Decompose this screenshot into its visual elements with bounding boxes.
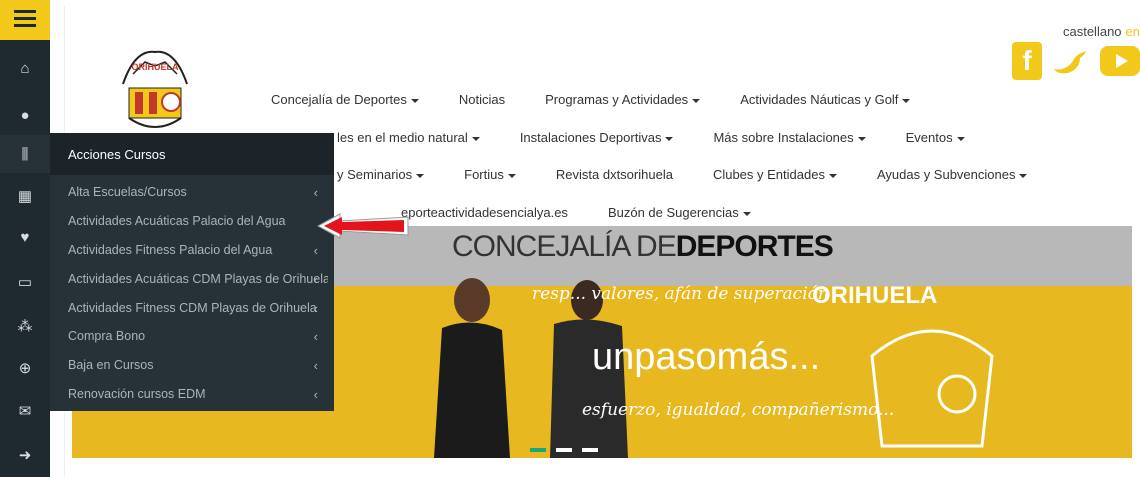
banner-unpasomas: unpasomás... bbox=[592, 336, 821, 378]
nav-row-4: eporteactividadesencialya.es Buzón de Su… bbox=[401, 205, 791, 220]
zoom-icon[interactable]: ⊕ bbox=[0, 349, 50, 387]
card-icon[interactable]: ▭ bbox=[0, 263, 50, 301]
nav-actividades-esenciales[interactable]: eporteactividadesencialya.es bbox=[401, 205, 568, 220]
nav-fortius[interactable]: Fortius bbox=[464, 167, 516, 182]
slider-dots bbox=[530, 448, 598, 452]
heart-pulse-icon[interactable]: ♥ bbox=[0, 218, 50, 256]
chevron-left-icon: ‹ bbox=[313, 272, 318, 287]
nav-revista[interactable]: Revista dxtsorihuela bbox=[556, 167, 673, 182]
banner-logo-outline bbox=[870, 329, 994, 448]
chevron-left-icon: ‹ bbox=[313, 301, 318, 316]
nav-instalaciones[interactable]: Instalaciones Deportivas bbox=[520, 130, 674, 145]
orihuela-logo[interactable]: ORIHUELA bbox=[115, 44, 195, 139]
group-icon[interactable]: ⁂ bbox=[0, 307, 50, 345]
calendar-icon[interactable]: ▦ bbox=[0, 177, 50, 215]
nav-programas[interactable]: Programas y Actividades bbox=[545, 92, 701, 107]
chevron-left-icon: ‹ bbox=[313, 243, 318, 258]
nav-buzon[interactable]: Buzón de Sugerencias bbox=[608, 205, 751, 220]
mail-icon[interactable]: ✉ bbox=[0, 392, 50, 430]
submenu-item-alta[interactable]: Alta Escuelas/Cursos bbox=[68, 185, 328, 199]
nav-row-1: Concejalía de Deportes Noticias Programa… bbox=[271, 92, 950, 107]
home-icon[interactable]: ⌂ bbox=[0, 49, 50, 87]
nav-row-3: y Seminarios Fortius Revista dxtsorihuel… bbox=[337, 167, 1067, 182]
logo-text: ORIHUELA bbox=[132, 62, 180, 72]
language-switcher: castellano en bbox=[1063, 24, 1140, 39]
nav-eventos[interactable]: Eventos bbox=[906, 130, 965, 145]
nav-noticias[interactable]: Noticias bbox=[459, 92, 505, 107]
acciones-cursos-menu: Acciones Cursos Alta Escuelas/Cursos ‹ A… bbox=[50, 133, 334, 411]
chevron-left-icon: ‹ bbox=[313, 185, 318, 200]
chevron-left-icon: ‹ bbox=[313, 387, 318, 402]
lang-castellano[interactable]: castellano bbox=[1063, 24, 1122, 39]
slider-dot-3[interactable] bbox=[582, 448, 598, 452]
hamburger-menu-icon[interactable] bbox=[0, 0, 50, 40]
banner-values-text: resp... valores, afán de superación bbox=[532, 284, 829, 304]
nav-mas-instalaciones[interactable]: Más sobre Instalaciones bbox=[713, 130, 866, 145]
submenu-item-acuaticas-palacio[interactable]: Actividades Acuáticas Palacio del Agua bbox=[68, 214, 328, 228]
submenu-item-fitness-palacio[interactable]: Actividades Fitness Palacio del Agua bbox=[68, 243, 328, 257]
banner-orihuela: ORIHUELA bbox=[812, 282, 938, 309]
nav-row-2: les en el medio natural Instalaciones De… bbox=[337, 130, 1005, 145]
lang-en[interactable]: en bbox=[1126, 24, 1140, 39]
slider-dot-1[interactable] bbox=[530, 448, 546, 452]
submenu-item-acuaticas-playas[interactable]: Actividades Acuáticas CDM Playas de Orih… bbox=[68, 272, 328, 286]
runner-woman-image bbox=[434, 278, 510, 458]
submenu-item-renovacion[interactable]: Renovación cursos EDM bbox=[68, 387, 328, 401]
nav-clubes[interactable]: Clubes y Entidades bbox=[713, 167, 837, 182]
nav-nauticas-golf[interactable]: Actividades Náuticas y Golf bbox=[740, 92, 911, 107]
twitter-icon[interactable] bbox=[1052, 42, 1090, 80]
banner-slogan: esfuerzo, igualdad, compañerismo... bbox=[582, 400, 895, 420]
submenu-title: Acciones Cursos bbox=[50, 133, 334, 175]
social-links: f bbox=[1012, 42, 1140, 80]
nav-ayudas[interactable]: Ayudas y Subvenciones bbox=[877, 167, 1028, 182]
nav-medio-natural[interactable]: les en el medio natural bbox=[337, 130, 480, 145]
facebook-icon[interactable]: f bbox=[1012, 42, 1042, 80]
red-arrow-annotation bbox=[316, 213, 409, 239]
submenu-item-baja[interactable]: Baja en Cursos bbox=[68, 358, 328, 372]
user-icon[interactable]: ● bbox=[0, 96, 50, 134]
nav-concejalia[interactable]: Concejalía de Deportes bbox=[271, 92, 419, 107]
banner-title: CONCEJALÍA DEDEPORTES bbox=[452, 230, 834, 263]
slider-dot-2[interactable] bbox=[556, 448, 572, 452]
logout-icon[interactable]: ➜ bbox=[0, 436, 50, 474]
chevron-left-icon: ‹ bbox=[313, 329, 318, 344]
dumbbell-icon[interactable]: ⫼ bbox=[0, 135, 50, 173]
icon-sidebar: ⌂ ● ⫼ ▦ ♥ ▭ ⁂ ⊕ ✉ ➜ bbox=[0, 0, 50, 477]
chevron-left-icon: ‹ bbox=[313, 358, 318, 373]
youtube-icon[interactable] bbox=[1100, 46, 1140, 76]
nav-seminarios[interactable]: y Seminarios bbox=[337, 167, 425, 182]
submenu-item-fitness-playas[interactable]: Actividades Fitness CDM Playas de Orihue… bbox=[68, 301, 328, 315]
submenu-item-compra-bono[interactable]: Compra Bono bbox=[68, 329, 328, 343]
